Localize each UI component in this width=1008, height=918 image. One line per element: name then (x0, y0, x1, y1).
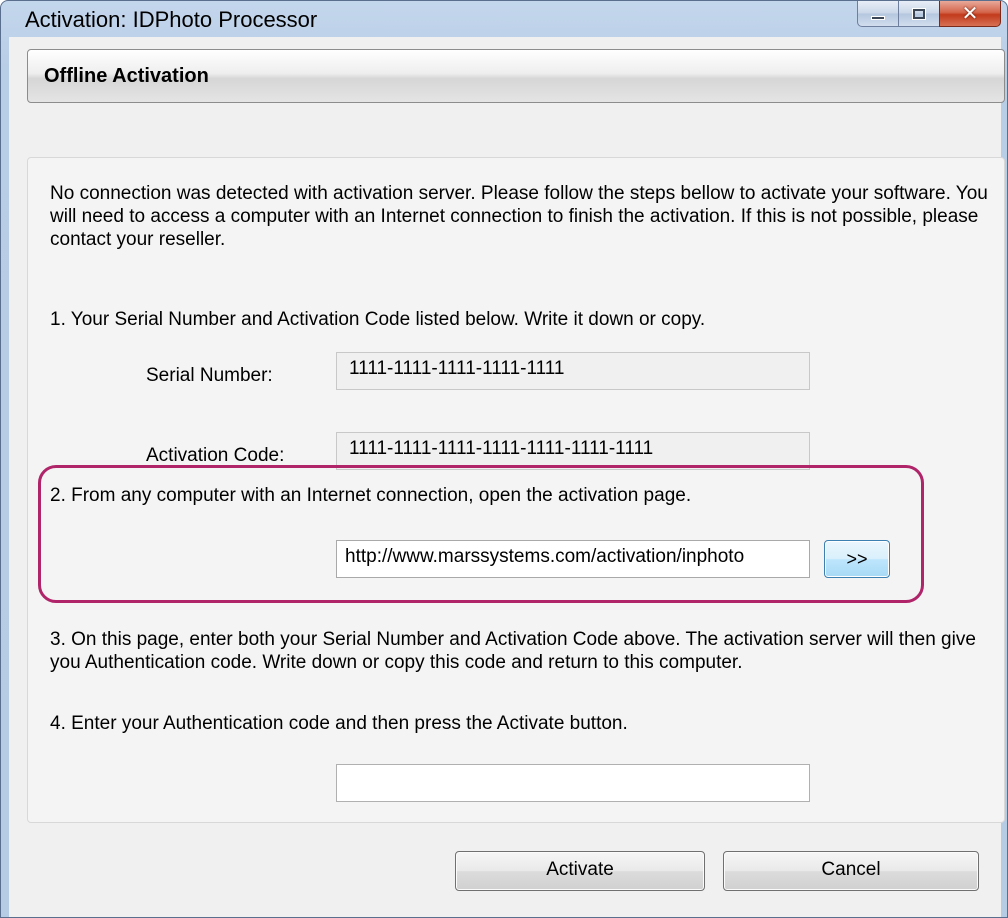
serial-number-field[interactable]: 1111-1111-1111-1111-1111 (336, 352, 810, 390)
instructions-panel: No connection was detected with activati… (27, 157, 1005, 823)
step-2-text: 2. From any computer with an Internet co… (50, 485, 692, 506)
title-bar[interactable]: Activation: IDPhoto Processor ✕ (1, 1, 1007, 37)
open-url-button[interactable]: >> (824, 540, 890, 578)
header-panel: Offline Activation (27, 49, 1005, 103)
step-1-text: 1. Your Serial Number and Activation Cod… (50, 309, 706, 330)
intro-text: No connection was detected with activati… (50, 183, 988, 250)
minimize-button[interactable] (857, 1, 899, 27)
step-3-text: 3. On this page, enter both your Serial … (50, 629, 976, 673)
step-4-text: 4. Enter your Authentication code and th… (50, 713, 628, 734)
dialog-client-area: Offline Activation No connection was det… (9, 37, 1005, 917)
page-title: Offline Activation (44, 65, 209, 87)
activation-window: Activation: IDPhoto Processor ✕ Offline … (0, 0, 1008, 918)
caption-buttons: ✕ (857, 1, 1001, 31)
authentication-code-input[interactable] (336, 764, 810, 802)
maximize-icon (912, 7, 926, 20)
activate-button[interactable]: Activate (455, 851, 705, 891)
window-title: Activation: IDPhoto Processor (25, 7, 318, 32)
activation-url-field[interactable]: http://www.marssystems.com/activation/in… (336, 540, 810, 578)
serial-number-label: Serial Number: (146, 365, 273, 386)
close-button[interactable]: ✕ (939, 1, 1001, 27)
cancel-button[interactable]: Cancel (723, 851, 979, 891)
maximize-button[interactable] (898, 1, 940, 27)
activation-code-label: Activation Code: (146, 445, 285, 466)
close-icon: ✕ (961, 2, 979, 25)
minimize-icon (871, 15, 885, 20)
